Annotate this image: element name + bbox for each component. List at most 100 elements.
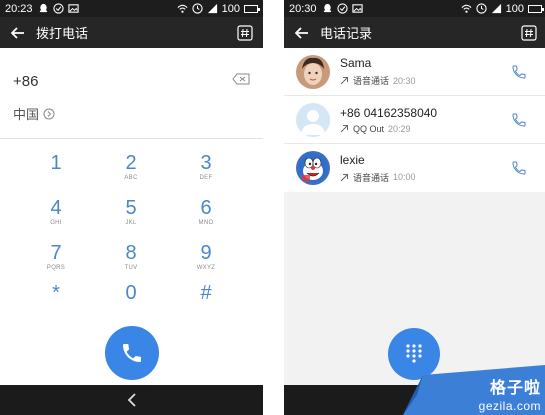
contact-name: lexie [340,152,365,167]
image-icon [351,4,363,13]
watermark-main-text: 格子啦 [489,380,541,397]
dialpad-toggle-button[interactable] [511,17,545,48]
default-avatar [296,102,330,137]
battery-icon [528,4,544,13]
key-2[interactable]: 2 ABC [101,152,161,192]
contact-name: Sama [340,56,372,70]
country-label: 中国 [13,107,40,122]
divider [0,138,263,139]
watermark-sub-text: gezila.com [478,399,541,413]
back-button[interactable] [0,17,36,48]
contact-name: +86 04162358040 [340,105,438,120]
outgoing-arrow-icon [340,77,348,85]
photo-avatar [296,54,330,89]
key-hash[interactable]: # [176,282,236,322]
phone-icon[interactable] [511,111,527,129]
backspace-button[interactable] [232,72,250,90]
call-log-item[interactable]: +86 04162358040 QQ Out 20:29 [284,96,545,144]
check-circle-icon [52,3,64,14]
battery-level: 100 [221,2,240,15]
call-type: 语音通话 [353,172,390,183]
signal-icon [207,3,217,14]
status-bar: 20:30 100 [284,0,545,17]
key-digit: # [200,282,212,304]
app-bar: 拨打电话 [0,17,263,48]
call-log-item[interactable]: Sama 语音通话 20:30 [284,48,545,96]
back-arrow-icon [295,26,308,39]
dialpad-icon [406,344,422,363]
wifi-icon [461,4,472,13]
key-0[interactable]: 0 [101,282,161,322]
clock-icon [192,3,203,14]
hash-dialpad-icon [521,24,537,41]
key-digit: 8 [125,242,137,264]
wifi-icon [177,4,188,13]
call-log-item[interactable]: lexie 语音通话 10:00 [284,144,545,192]
key-8[interactable]: 8 TUV [101,242,161,282]
dialpad-toggle-button[interactable] [227,17,263,48]
key-digit: 7 [50,242,62,264]
key-letters: WXYZ [196,265,216,271]
status-bar: 20:23 100 [0,0,263,17]
key-9[interactable]: 9 WXYZ [176,242,236,282]
qq-icon [323,3,331,13]
key-digit: * [52,282,60,304]
signal-icon [491,3,501,14]
app-bar: 电话记录 [284,17,545,48]
page-title: 拨打电话 [36,26,89,41]
key-4[interactable]: 4 GHI [26,197,86,237]
country-selector[interactable]: 中国 [13,104,55,123]
key-6[interactable]: 6 MNO [176,197,236,237]
dialed-number: +86 [13,72,39,90]
call-type: QQ Out [353,123,385,134]
key-1[interactable]: 1 [26,152,86,192]
key-digit: 5 [125,197,137,219]
call-time: 20:29 [388,123,411,134]
call-button[interactable] [105,326,159,380]
key-letters: DEF [199,175,213,181]
key-digit: 6 [200,197,212,219]
key-letters: MNO [198,220,214,226]
call-time: 10:00 [393,172,416,182]
page-title: 电话记录 [320,26,373,41]
status-time: 20:23 [5,2,33,15]
key-7[interactable]: 7 PQRS [26,242,86,282]
image-icon [67,4,79,13]
key-digit: 1 [50,152,62,174]
key-letters: PQRS [46,265,66,271]
call-log-list: Sama 语音通话 20:30 +86 04162358040 QQ Out 2… [284,48,545,192]
phone-icon[interactable] [511,159,527,177]
hash-dialpad-icon [237,24,253,41]
battery-icon [244,4,260,13]
watermark: 格子啦 gezila.com [403,365,545,415]
nav-bar [0,385,263,415]
key-letters: ABC [124,175,138,181]
outgoing-arrow-icon [340,125,348,133]
clock-icon [476,3,487,14]
qq-icon [39,3,47,13]
back-arrow-icon [11,26,24,39]
chevron-right-circle-icon [43,108,55,119]
check-circle-icon [336,3,348,14]
number-display[interactable]: +86 [13,70,250,92]
nav-back-icon[interactable] [126,393,138,407]
key-digit: 9 [200,242,212,264]
status-time: 20:30 [289,2,317,15]
phone-icon[interactable] [511,63,527,81]
key-digit: 4 [50,197,62,219]
back-button[interactable] [284,17,320,48]
cartoon-avatar [296,151,330,185]
battery-level: 100 [505,2,524,15]
outgoing-arrow-icon [340,173,348,181]
key-digit: 3 [200,152,212,174]
call-log-screen: 20:30 100 电话记录 Sama 语音通话 20:30 +86 04162… [284,0,545,415]
key-5[interactable]: 5 JKL [101,197,161,237]
key-letters: GHI [50,220,62,226]
backspace-icon [232,73,250,85]
key-star[interactable]: * [26,282,86,322]
dialer-screen: 20:23 100 拨打电话 +86 中国 1 2 ABC 3 DEF 4 GH… [0,0,263,415]
phone-icon [123,344,141,362]
key-letters: TUV [124,265,138,271]
key-digit: 2 [125,152,137,174]
key-3[interactable]: 3 DEF [176,152,236,192]
